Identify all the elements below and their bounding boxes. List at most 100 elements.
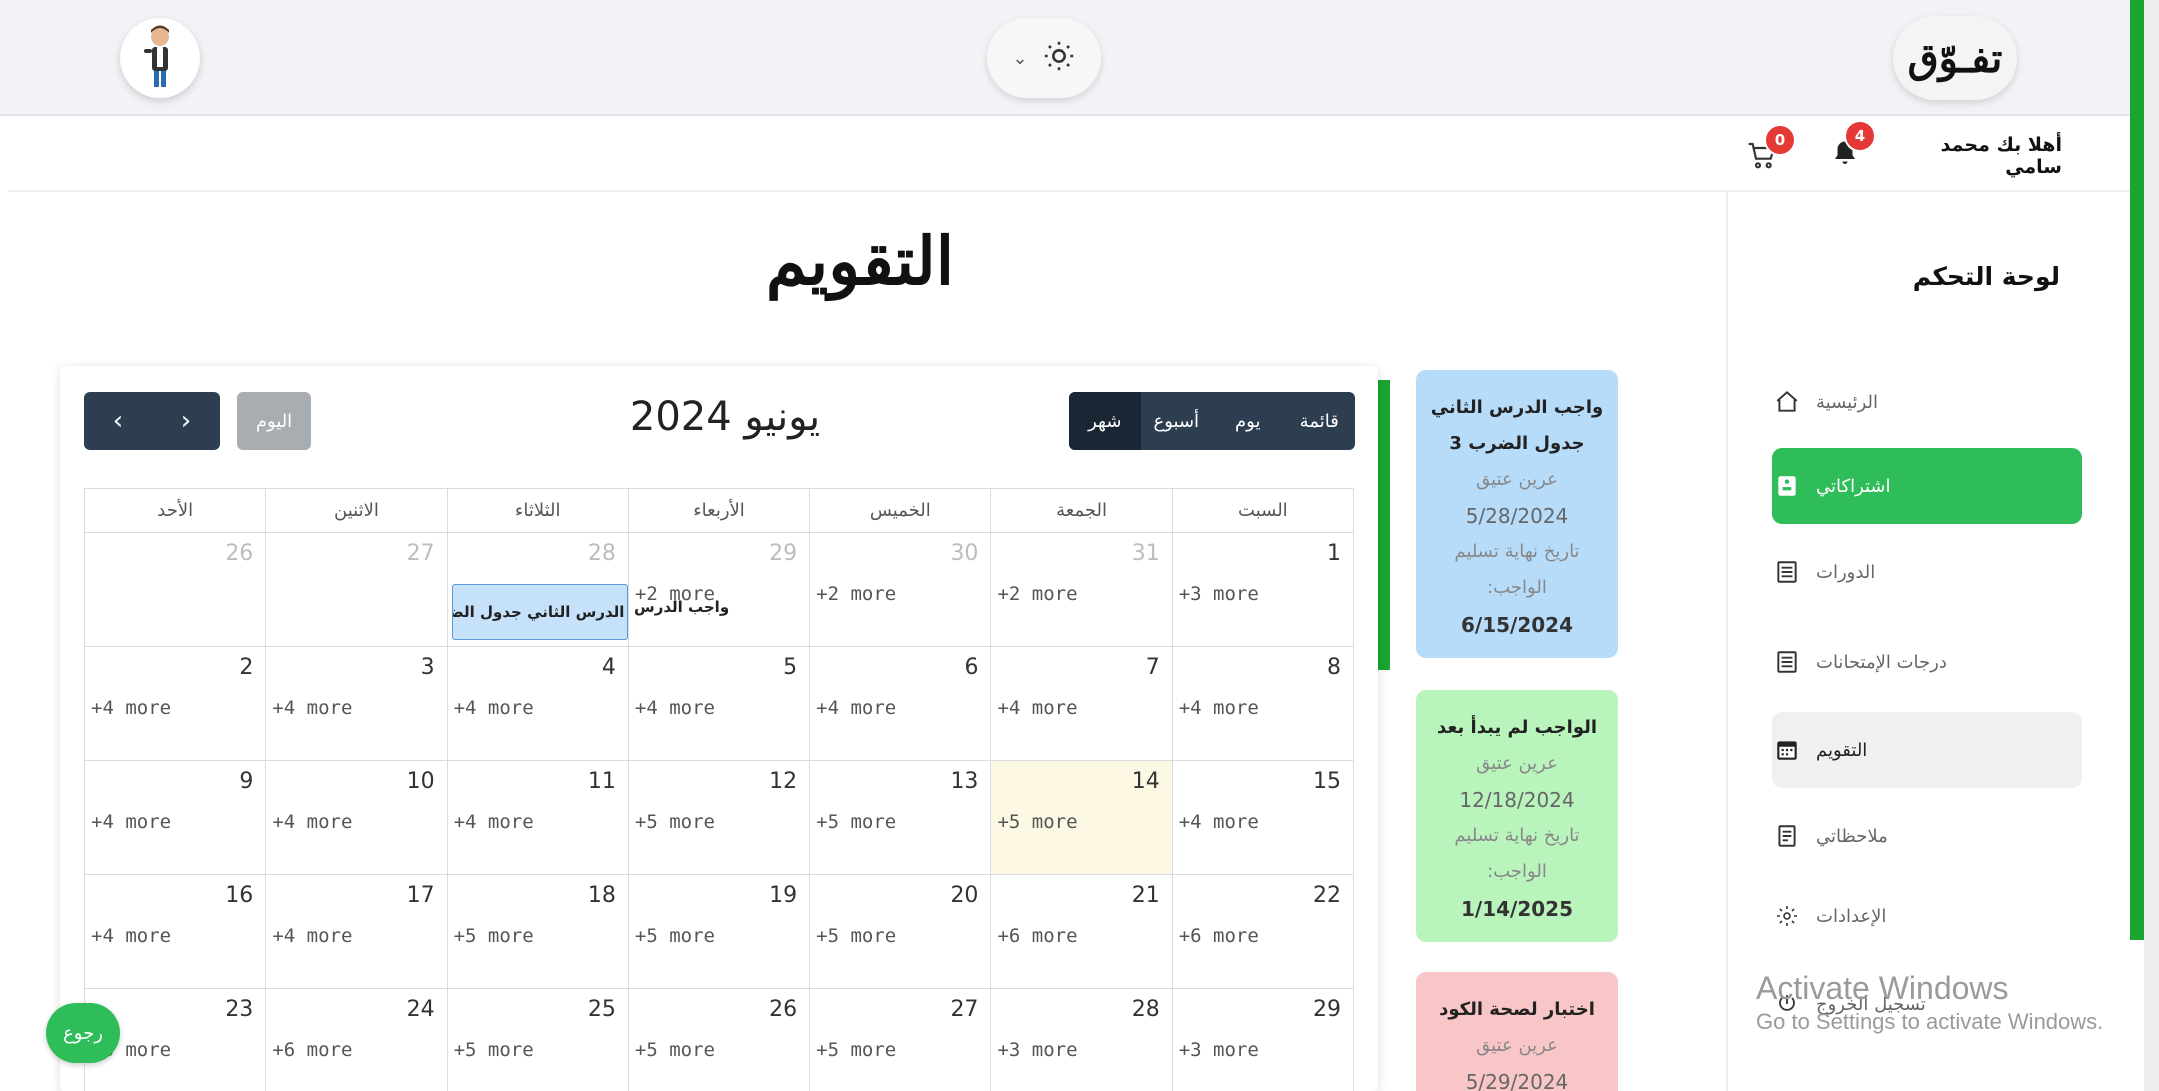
calendar-day-cell[interactable]: 16 +4 more <box>85 875 267 989</box>
calendar-day-cell[interactable]: 7 +4 more <box>991 647 1173 761</box>
calendar-day-cell[interactable]: 27 <box>266 533 448 647</box>
more-events-link[interactable]: +4 more <box>91 925 171 947</box>
more-events-link[interactable]: +2 more <box>997 583 1077 605</box>
view-day-button[interactable]: يوم <box>1212 392 1284 450</box>
calendar-day-cell[interactable]: 17 +4 more <box>266 875 448 989</box>
more-events-link[interactable]: +5 more <box>816 1039 896 1061</box>
calendar-day-cell[interactable]: 26 +5 more <box>629 989 811 1091</box>
more-events-link[interactable]: +4 more <box>997 697 1077 719</box>
calendar-day-cell[interactable]: 9 +4 more <box>85 761 267 875</box>
more-events-link[interactable]: +5 more <box>635 925 715 947</box>
back-button[interactable]: رجوع <box>46 1003 120 1063</box>
calendar-day-cell[interactable]: 4 +4 more <box>447 647 629 761</box>
day-number: 19 <box>769 883 798 908</box>
more-events-link[interactable]: +4 more <box>635 697 715 719</box>
view-switcher: شهر أسبوع يوم قائمة <box>1069 392 1355 450</box>
calendar-day-cell[interactable]: 21 +6 more <box>991 875 1173 989</box>
assignments-scrollbar[interactable] <box>1376 380 1390 670</box>
more-events-link[interactable]: +4 more <box>1179 811 1259 833</box>
more-events-link[interactable]: +4 more <box>91 811 171 833</box>
weekday-header: السبت الجمعة الخميس الأربعاء الثلاثاء ال… <box>85 489 1354 533</box>
more-events-link[interactable]: +6 more <box>997 925 1077 947</box>
app-logo[interactable]: تفـوّق <box>1893 16 2017 100</box>
view-list-button[interactable]: قائمة <box>1284 392 1356 450</box>
assignment-card[interactable]: اختبار لصحة الكود عرين عتيق 5/29/2024 <box>1416 972 1618 1091</box>
day-number: 18 <box>587 883 616 908</box>
view-month-button[interactable]: شهر <box>1069 392 1141 450</box>
sidebar-item-subscriptions[interactable]: اشتراكاتي <box>1772 448 2082 524</box>
prev-month-button[interactable]: ‹ <box>84 392 152 450</box>
more-events-link[interactable]: +5 more <box>635 811 715 833</box>
calendar-day-cell[interactable]: 26 <box>85 533 267 647</box>
more-events-link[interactable]: +4 more <box>272 925 352 947</box>
calendar-day-cell[interactable]: 15 +4 more <box>1172 761 1354 875</box>
calendar-day-cell[interactable]: 11 +4 more <box>447 761 629 875</box>
more-events-link[interactable]: +4 more <box>816 697 896 719</box>
calendar-day-cell[interactable]: 13 +5 more <box>810 761 992 875</box>
calendar-day-cell[interactable]: 27 +5 more <box>810 989 992 1091</box>
cart-button[interactable]: 0 <box>1746 124 1796 172</box>
calendar-day-cell[interactable]: 30 +2 more <box>810 533 992 647</box>
more-events-link[interactable]: +5 more <box>454 925 534 947</box>
more-events-link[interactable]: +5 more <box>816 811 896 833</box>
more-events-link[interactable]: +3 more <box>997 1039 1077 1061</box>
more-events-link[interactable]: +2 more <box>816 583 896 605</box>
calendar-day-cell[interactable]: 22 +6 more <box>1172 875 1354 989</box>
weekday-label: الثلاثاء <box>447 489 629 533</box>
sidebar-item-notes[interactable]: ملاحظاتي <box>1772 798 2082 874</box>
calendar-day-cell[interactable]: 14 +5 more <box>991 761 1173 875</box>
calendar-day-cell[interactable]: 5 +4 more <box>628 647 811 761</box>
calendar-day-cell[interactable]: 18 +5 more <box>447 875 629 989</box>
assignment-card[interactable]: واجب الدرس الثاني جدول الضرب 3 عرين عتيق… <box>1416 370 1618 658</box>
more-events-link[interactable]: +3 more <box>1179 1039 1259 1061</box>
calendar-day-cell[interactable]: 29 +2 more <box>628 533 811 647</box>
sidebar-item-calendar[interactable]: التقويم <box>1772 712 2082 788</box>
gear-icon <box>1772 901 1802 931</box>
notifications-button[interactable]: 4 <box>1828 120 1876 170</box>
more-events-link[interactable]: +4 more <box>272 697 352 719</box>
today-button[interactable]: اليوم <box>237 392 311 450</box>
sidebar-item-courses[interactable]: الدورات <box>1772 534 2082 610</box>
more-events-link[interactable]: +4 more <box>454 697 534 719</box>
more-events-link[interactable]: +4 more <box>454 811 534 833</box>
weekday-label: الاثنين <box>266 489 448 533</box>
assignment-title: الواجب لم يبدأ بعد <box>1436 717 1598 738</box>
sidebar-item-exam-grades[interactable]: درجات الإمتحانات <box>1772 624 2082 700</box>
subscription-icon <box>1772 471 1802 501</box>
calendar-day-cell[interactable]: 28 +3 more <box>991 989 1173 1091</box>
calendar-day-cell[interactable]: 2 +4 more <box>85 647 267 761</box>
notes-icon <box>1772 821 1802 851</box>
more-events-link[interactable]: +5 more <box>997 811 1077 833</box>
avatar[interactable] <box>120 18 200 98</box>
calendar-day-cell[interactable]: 29 +3 more <box>1173 989 1354 1091</box>
calendar-event[interactable]: واجب الدرس الثاني جدول الضرب 3 <box>452 584 628 640</box>
more-events-link[interactable]: +5 more <box>635 1039 715 1061</box>
calendar-day-cell[interactable]: 24 +6 more <box>266 989 448 1091</box>
sidebar-item-settings[interactable]: الإعدادات <box>1772 878 2082 954</box>
assignment-card[interactable]: الواجب لم يبدأ بعد عرين عتيق 12/18/2024 … <box>1416 690 1618 942</box>
calendar-day-cell[interactable]: 19 +5 more <box>628 875 811 989</box>
day-number: 10 <box>406 769 435 794</box>
view-week-button[interactable]: أسبوع <box>1141 392 1213 450</box>
more-events-link[interactable]: +3 more <box>1179 583 1259 605</box>
calendar-day-cell[interactable]: 25 +5 more <box>448 989 629 1091</box>
more-events-link[interactable]: +4 more <box>91 697 171 719</box>
more-events-link[interactable]: +4 more <box>272 811 352 833</box>
calendar-day-cell[interactable]: 31 +2 more <box>991 533 1173 647</box>
sidebar-item-home[interactable]: الرئيسية <box>1772 364 2082 440</box>
calendar-day-cell[interactable]: 20 +5 more <box>810 875 992 989</box>
calendar-day-cell[interactable]: 12 +5 more <box>628 761 811 875</box>
next-month-button[interactable]: › <box>152 392 220 450</box>
calendar-day-cell[interactable]: 10 +4 more <box>266 761 448 875</box>
more-events-link[interactable]: +6 more <box>272 1039 352 1061</box>
more-events-link[interactable]: +6 more <box>1179 925 1259 947</box>
sidebar-title: لوحة التحكم <box>1912 262 2060 291</box>
calendar-day-cell[interactable]: 1 +3 more <box>1172 533 1354 647</box>
calendar-day-cell[interactable]: 8 +4 more <box>1172 647 1354 761</box>
calendar-day-cell[interactable]: 6 +4 more <box>810 647 992 761</box>
calendar-day-cell[interactable]: 3 +4 more <box>266 647 448 761</box>
more-events-link[interactable]: +5 more <box>454 1039 534 1061</box>
more-events-link[interactable]: +5 more <box>816 925 896 947</box>
more-events-link[interactable]: +4 more <box>1179 697 1259 719</box>
theme-toggle[interactable]: ⌄ <box>987 18 1101 98</box>
